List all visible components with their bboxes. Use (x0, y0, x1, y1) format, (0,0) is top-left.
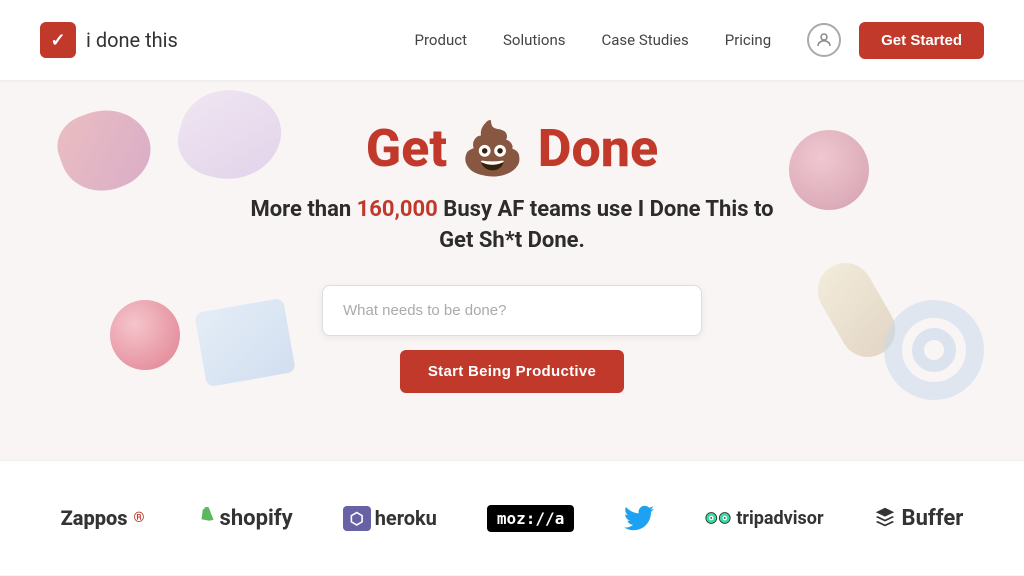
nav-link-case-studies[interactable]: Case Studies (602, 31, 689, 49)
logos-bar: Zappos® shopify ⬡ heroku moz://a tripadv… (0, 460, 1024, 575)
nav-link-pricing[interactable]: Pricing (725, 31, 771, 49)
blob-tube (808, 253, 906, 367)
shopify-text: shopify (220, 506, 293, 531)
navbar: ✓ i done this Product Solutions Case Stu… (0, 0, 1024, 80)
hero-section: Get 💩 Done More than 160,000 Busy AF tea… (0, 80, 1024, 460)
zappos-text: Zappos (61, 506, 128, 530)
blob-ring-inner (912, 328, 956, 372)
blob-pink-large (789, 130, 869, 210)
subtitle-highlight: 160,000 (357, 197, 438, 222)
nav-links: Product Solutions Case Studies Pricing (415, 31, 772, 49)
logo-heroku: ⬡ heroku (343, 506, 437, 531)
nav-link-solutions[interactable]: Solutions (503, 31, 566, 49)
logo-tripadvisor: tripadvisor (704, 508, 823, 529)
get-started-button[interactable]: Get Started (859, 22, 984, 59)
nav-right: Get Started (807, 22, 984, 59)
hero-input-area: Start Being Productive (242, 285, 782, 393)
blob-pink-gem (49, 97, 161, 203)
logo-icon: ✓ (40, 22, 76, 58)
logo-link[interactable]: ✓ i done this (40, 22, 178, 58)
blob-ring (884, 300, 984, 400)
hero-subtitle: More than 160,000 Busy AF teams use I Do… (242, 195, 782, 257)
logo-buffer: Buffer (874, 506, 964, 531)
mozilla-text: moz://a (487, 505, 574, 532)
logo-text: i done this (86, 28, 178, 52)
subtitle-before: More than (250, 197, 356, 222)
logo-zappos: Zappos® (61, 506, 145, 530)
logo-mozilla: moz://a (487, 505, 574, 532)
logo-twitter (624, 503, 654, 533)
buffer-text: Buffer (902, 506, 964, 531)
nav-link-product[interactable]: Product (415, 31, 467, 49)
hero-title: Get 💩 Done (242, 120, 782, 177)
blob-pink-sphere (110, 300, 180, 370)
heroku-icon: ⬡ (350, 509, 364, 528)
task-input[interactable] (322, 285, 702, 336)
hero-content: Get 💩 Done More than 160,000 Busy AF tea… (242, 120, 782, 393)
heroku-text: heroku (375, 506, 437, 530)
user-icon-button[interactable] (807, 23, 841, 57)
logo-shopify: shopify (195, 506, 293, 531)
cta-button[interactable]: Start Being Productive (400, 350, 624, 393)
subtitle-after: Busy AF teams use I Done This to Get Sh*… (438, 197, 774, 253)
